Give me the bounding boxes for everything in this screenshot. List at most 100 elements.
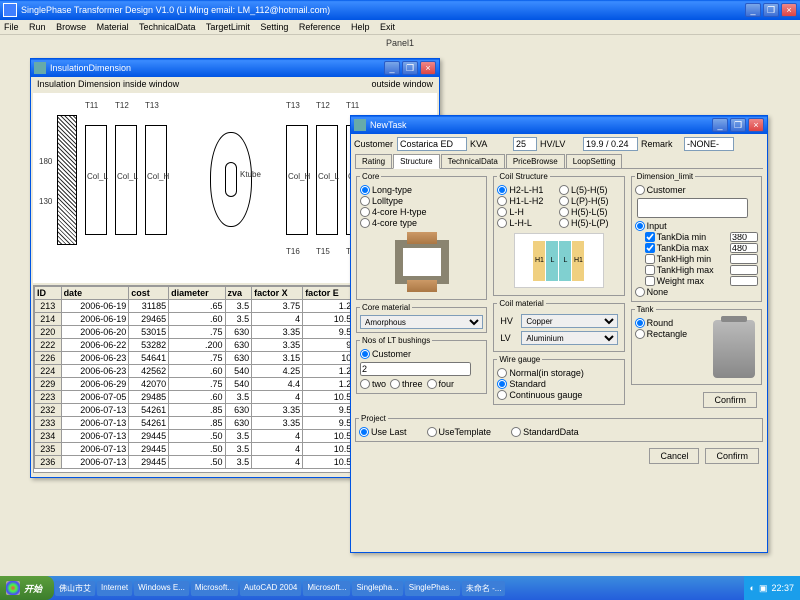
taskbar-item[interactable]: SinglePhas... xyxy=(405,581,460,596)
tab-techdata[interactable]: TechnicalData xyxy=(441,154,505,168)
wire-radio[interactable] xyxy=(497,379,507,389)
dim-check[interactable] xyxy=(645,276,655,286)
hvlv-input[interactable] xyxy=(583,137,638,151)
tab-rating[interactable]: Rating xyxy=(355,154,392,168)
project-radio[interactable] xyxy=(511,427,521,437)
table-header[interactable]: factor E xyxy=(303,287,354,300)
taskbar-item[interactable]: Windows E... xyxy=(134,581,189,596)
coila-radio[interactable] xyxy=(497,218,507,228)
dim-customer-radio[interactable] xyxy=(635,185,645,195)
insul-maximize-button[interactable]: ❐ xyxy=(402,61,418,75)
taskbar-item[interactable]: Microsoft... xyxy=(303,581,350,596)
tank-radio[interactable] xyxy=(635,318,645,328)
tray-icon[interactable]: ◐ xyxy=(750,583,755,593)
bush-radio[interactable] xyxy=(427,379,437,389)
taskbar-item[interactable]: Singlepha... xyxy=(352,581,402,596)
taskbar-item[interactable]: AutoCAD 2004 xyxy=(240,581,301,596)
customer-input[interactable] xyxy=(397,137,467,151)
taskbar-item[interactable]: 未命名 -... xyxy=(462,581,506,596)
table-header[interactable]: date xyxy=(61,287,129,300)
taskbar-item[interactable]: Internet xyxy=(97,581,132,596)
confirm-button-2[interactable]: Confirm xyxy=(705,448,759,464)
dim-value-input[interactable] xyxy=(730,243,758,253)
remark-input[interactable] xyxy=(684,137,734,151)
window-icon xyxy=(354,119,366,131)
menu-help[interactable]: Help xyxy=(351,22,370,32)
menu-file[interactable]: File xyxy=(4,22,19,32)
tab-pricebrowse[interactable]: PriceBrowse xyxy=(506,154,565,168)
tab-loopsetting[interactable]: LoopSetting xyxy=(566,154,623,168)
dim-customer-input[interactable] xyxy=(637,198,748,218)
tray-icon[interactable]: ▣ xyxy=(759,583,768,594)
dim-check[interactable] xyxy=(645,243,655,253)
bush-radio[interactable] xyxy=(390,379,400,389)
menu-targetlimit[interactable]: TargetLimit xyxy=(206,22,250,32)
insul-minimize-button[interactable]: _ xyxy=(384,61,400,75)
newtask-close-button[interactable]: × xyxy=(748,118,764,132)
dim-none-radio[interactable] xyxy=(635,287,645,297)
coilb-radio[interactable] xyxy=(559,218,569,228)
newtask-minimize-button[interactable]: _ xyxy=(712,118,728,132)
table-header[interactable]: diameter xyxy=(169,287,225,300)
tab-structure[interactable]: Structure xyxy=(393,154,439,169)
wire-radio[interactable] xyxy=(497,390,507,400)
menu-run[interactable]: Run xyxy=(29,22,46,32)
menu-reference[interactable]: Reference xyxy=(299,22,341,32)
confirm-button[interactable]: Confirm xyxy=(703,392,757,408)
menu-exit[interactable]: Exit xyxy=(380,22,395,32)
core-radio[interactable] xyxy=(360,185,370,195)
dim-value-input[interactable] xyxy=(730,232,758,242)
table-header[interactable]: cost xyxy=(129,287,169,300)
core-radio[interactable] xyxy=(360,218,370,228)
main-maximize-button[interactable]: ❐ xyxy=(763,3,779,17)
table-header[interactable]: factor X xyxy=(252,287,303,300)
lv-material-select[interactable]: Aluminium xyxy=(521,331,617,345)
start-button[interactable]: 开始 xyxy=(0,576,54,600)
core-radio[interactable] xyxy=(360,207,370,217)
menu-techdata[interactable]: TechnicalData xyxy=(139,22,196,32)
dim-check[interactable] xyxy=(645,265,655,275)
panel-label: Panel1 xyxy=(0,35,800,51)
taskbar-item[interactable]: Microsoft... xyxy=(191,581,238,596)
coilb-radio[interactable] xyxy=(559,196,569,206)
core-radio[interactable] xyxy=(360,196,370,206)
project-radio[interactable] xyxy=(427,427,437,437)
coila-radio[interactable] xyxy=(497,196,507,206)
newtask-titlebar[interactable]: NewTask _ ❐ × xyxy=(351,116,767,134)
bush-radio[interactable] xyxy=(360,379,370,389)
dim-check[interactable] xyxy=(645,232,655,242)
dim-value-input[interactable] xyxy=(730,254,758,264)
project-radio[interactable] xyxy=(359,427,369,437)
main-minimize-button[interactable]: _ xyxy=(745,3,761,17)
core-material-select[interactable]: Amorphous xyxy=(360,315,483,329)
cancel-button[interactable]: Cancel xyxy=(649,448,699,464)
menu-setting[interactable]: Setting xyxy=(260,22,288,32)
bush-customer-radio[interactable] xyxy=(360,349,370,359)
core-image xyxy=(387,232,457,292)
app-icon xyxy=(3,3,17,17)
coilb-radio[interactable] xyxy=(559,207,569,217)
menu-material[interactable]: Material xyxy=(97,22,129,32)
tank-radio[interactable] xyxy=(635,329,645,339)
coilb-radio[interactable] xyxy=(559,185,569,195)
wire-radio[interactable] xyxy=(497,368,507,378)
menubar: File Run Browse Material TechnicalData T… xyxy=(0,20,800,35)
newtask-maximize-button[interactable]: ❐ xyxy=(730,118,746,132)
table-header[interactable]: zva xyxy=(225,287,252,300)
kva-input[interactable] xyxy=(513,137,537,151)
coila-radio[interactable] xyxy=(497,185,507,195)
insul-close-button[interactable]: × xyxy=(420,61,436,75)
table-header[interactable]: ID xyxy=(35,287,62,300)
coila-radio[interactable] xyxy=(497,207,507,217)
dim-input-radio[interactable] xyxy=(635,221,645,231)
dim-value-input[interactable] xyxy=(730,276,758,286)
dim-value-input[interactable] xyxy=(730,265,758,275)
taskbar-item[interactable]: 佛山市艾 xyxy=(55,581,95,596)
hv-material-select[interactable]: Copper xyxy=(521,314,617,328)
system-tray[interactable]: ◐ ▣ 22:37 xyxy=(744,576,800,600)
bush-value-input[interactable] xyxy=(360,362,471,376)
main-close-button[interactable]: × xyxy=(781,3,797,17)
dim-check[interactable] xyxy=(645,254,655,264)
insulation-titlebar[interactable]: InsulationDimension _ ❐ × xyxy=(31,59,439,77)
menu-browse[interactable]: Browse xyxy=(56,22,86,32)
